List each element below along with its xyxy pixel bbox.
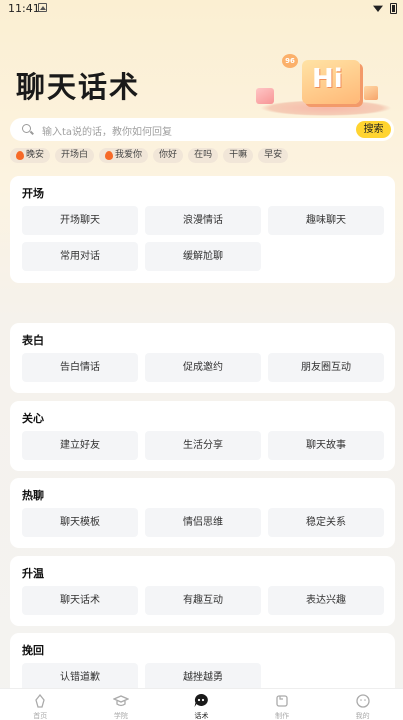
status-bar: 11:41	[0, 0, 403, 18]
tab-profile[interactable]: 我的	[322, 689, 403, 720]
topic-button[interactable]: 建立好友	[22, 431, 138, 460]
keyword-chip-label: 你好	[159, 150, 178, 160]
keyword-chip[interactable]: 我爱你	[99, 148, 149, 163]
topic-button[interactable]: 趣味聊天	[268, 206, 384, 235]
keyword-chip-label: 早安	[264, 150, 283, 160]
tab-create[interactable]: 制作	[242, 689, 323, 720]
topic-button[interactable]: 开场聊天	[22, 206, 138, 235]
tab-label: 话术	[194, 712, 209, 720]
tab-label: 学院	[113, 712, 128, 720]
keyword-chip[interactable]: 开场白	[55, 148, 95, 163]
hero-illustration: 96 Hi	[252, 40, 402, 122]
keyword-chip[interactable]: 早安	[258, 148, 289, 163]
search-button[interactable]: 搜索	[356, 121, 391, 138]
section-title: 开场	[22, 187, 44, 203]
section-title: 表白	[22, 334, 44, 350]
section-title: 热聊	[22, 489, 44, 505]
tab-label: 制作	[275, 712, 290, 720]
hero-cube	[256, 88, 274, 104]
section-card: 关心建立好友 生活分享 聊天故事	[10, 401, 395, 471]
search-icon	[22, 124, 31, 133]
topic-button[interactable]: 常用对话	[22, 242, 138, 271]
bottom-tab-bar: 首页 学院 话术 制作 我的	[0, 688, 403, 720]
section-title: 关心	[22, 412, 44, 428]
hot-keyword-chips: 晚安 开场白 我爱你 你好 在吗 干嘛 早安	[10, 148, 289, 164]
tab-academy[interactable]: 学院	[81, 689, 162, 720]
section-card: 表白告白情话 促成邀约 朋友圈互动	[10, 323, 395, 393]
gallery-notification-icon	[38, 3, 47, 12]
keyword-chip-label: 我爱你	[115, 150, 143, 160]
edit-card-icon	[275, 693, 289, 712]
section-items: 建立好友 生活分享 聊天故事	[22, 431, 384, 460]
profile-icon	[356, 693, 370, 712]
keyword-chip-label: 晚安	[26, 150, 45, 160]
tab-label: 我的	[355, 712, 370, 720]
battery-icon	[390, 3, 397, 14]
topic-button[interactable]: 生活分享	[145, 431, 261, 460]
tab-scripts[interactable]: 话术	[161, 689, 242, 720]
keyword-chip-label: 在吗	[194, 150, 213, 160]
fire-icon	[105, 151, 114, 160]
tab-label: 首页	[33, 712, 48, 720]
page-title: 聊天话术	[16, 70, 141, 104]
section-items: 聊天话术 有趣互动 表达兴趣	[22, 586, 384, 615]
section-card: 升温聊天话术 有趣互动 表达兴趣	[10, 556, 395, 626]
topic-button[interactable]: 缓解尬聊	[145, 242, 261, 271]
topic-button[interactable]: 告白情话	[22, 353, 138, 382]
topic-button[interactable]: 情侣思维	[145, 508, 261, 537]
section-items: 开场聊天 浪漫情话 趣味聊天常用对话 缓解尬聊	[22, 206, 384, 271]
keyword-chip[interactable]: 在吗	[188, 148, 219, 163]
fire-icon	[16, 151, 24, 160]
topic-button[interactable]: 浪漫情话	[145, 206, 261, 235]
topic-button[interactable]: 稳定关系	[268, 508, 384, 537]
graduation-cap-icon	[112, 693, 130, 712]
keyword-chip[interactable]: 干嘛	[223, 148, 254, 163]
topic-button[interactable]: 朋友圈互动	[268, 353, 384, 382]
hero-sign: Hi	[302, 60, 360, 104]
topic-button[interactable]: 聊天话术	[22, 586, 138, 615]
topic-button[interactable]: 聊天故事	[268, 431, 384, 460]
section-title: 升温	[22, 567, 44, 583]
topic-button[interactable]: 表达兴趣	[268, 586, 384, 615]
home-icon	[33, 693, 47, 712]
hero-text: Hi	[312, 64, 343, 94]
keyword-chip-label: 干嘛	[229, 150, 248, 160]
hero-badge: 96	[282, 54, 298, 68]
keyword-chip[interactable]: 晚安	[10, 148, 51, 163]
gift-icon	[364, 86, 378, 100]
wifi-icon	[373, 5, 383, 12]
keyword-chip-label: 开场白	[61, 150, 89, 160]
section-card: 开场开场聊天 浪漫情话 趣味聊天常用对话 缓解尬聊	[10, 176, 395, 283]
section-card: 热聊聊天模板 情侣思维 稳定关系	[10, 478, 395, 548]
keyword-chip[interactable]: 你好	[153, 148, 184, 163]
topic-button[interactable]: 有趣互动	[145, 586, 261, 615]
chat-bubble-icon	[193, 693, 209, 712]
tab-home[interactable]: 首页	[0, 689, 81, 720]
section-items: 聊天模板 情侣思维 稳定关系	[22, 508, 384, 537]
search-bar[interactable]: 输入ta说的话，教你如何回复 搜索	[10, 118, 394, 141]
status-time: 11:41	[8, 2, 40, 15]
topic-button[interactable]: 聊天模板	[22, 508, 138, 537]
section-items: 告白情话 促成邀约 朋友圈互动	[22, 353, 384, 382]
topic-button[interactable]: 促成邀约	[145, 353, 261, 382]
section-title: 挽回	[22, 644, 44, 660]
search-input[interactable]: 输入ta说的话，教你如何回复	[42, 123, 172, 138]
